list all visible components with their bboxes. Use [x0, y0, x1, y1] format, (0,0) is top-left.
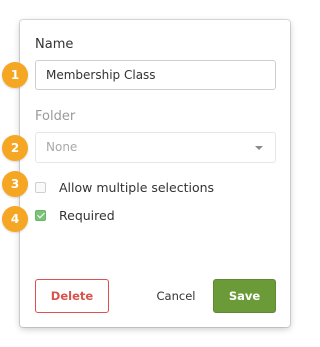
- allow-multiple-label: Allow multiple selections: [59, 179, 215, 195]
- name-label: Name: [35, 37, 74, 52]
- required-checkbox[interactable]: [35, 209, 46, 221]
- required-label: Required: [59, 207, 115, 223]
- callout-badge-2: 2: [2, 135, 28, 161]
- allow-multiple-checkbox[interactable]: [35, 181, 46, 193]
- allow-multiple-row[interactable]: Allow multiple selections: [35, 179, 214, 195]
- name-input[interactable]: Membership Class: [35, 60, 276, 90]
- callout-badge-1: 1: [2, 62, 28, 88]
- cancel-button[interactable]: Cancel: [148, 279, 204, 313]
- callout-badge-4: 4: [2, 206, 28, 232]
- callout-badge-3: 3: [2, 171, 28, 197]
- delete-button[interactable]: Delete: [35, 279, 109, 313]
- save-button[interactable]: Save: [213, 279, 276, 313]
- required-row[interactable]: Required: [35, 207, 115, 223]
- chevron-down-icon: [255, 146, 263, 150]
- folder-label: Folder: [35, 109, 76, 124]
- folder-select[interactable]: None: [35, 132, 276, 163]
- folder-select-value: None: [46, 140, 78, 154]
